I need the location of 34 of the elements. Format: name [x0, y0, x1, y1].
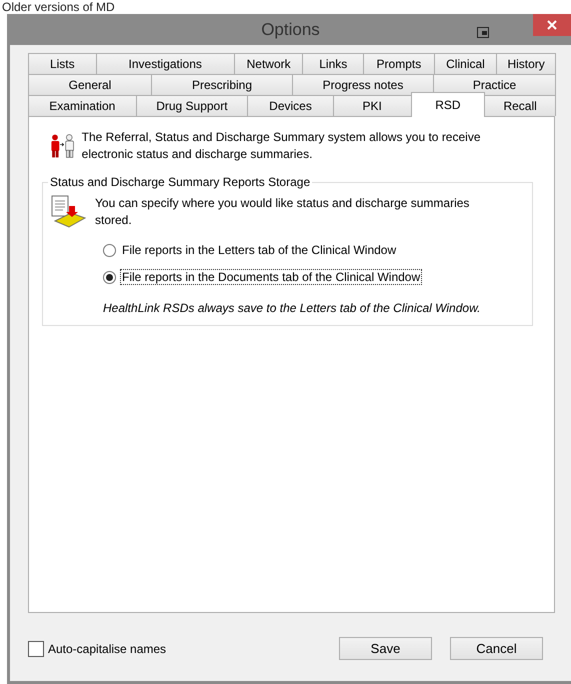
tab[interactable]: Network — [234, 53, 304, 74]
tab[interactable]: General — [28, 74, 152, 95]
cancel-button[interactable]: Cancel — [450, 637, 543, 660]
auto-capitalise-checkbox[interactable]: Auto-capitalise names — [28, 640, 321, 656]
tab[interactable]: Devices — [247, 95, 334, 116]
tab[interactable]: Practice — [433, 74, 556, 95]
tab[interactable]: Recall — [484, 95, 556, 116]
close-button[interactable] — [533, 14, 571, 36]
document-tray-icon — [51, 195, 87, 229]
tab[interactable]: Clinical — [434, 53, 498, 74]
tab[interactable]: Links — [302, 53, 364, 74]
tab[interactable]: PKI — [332, 95, 412, 116]
tab[interactable]: RSD — [410, 92, 486, 117]
close-icon — [547, 20, 557, 30]
window-icon — [477, 27, 489, 38]
group-title: Status and Discharge Summary Reports Storage — [49, 175, 312, 189]
radio-option[interactable]: File reports in the Letters tab of the Clinical Window — [103, 242, 524, 258]
tab[interactable]: Prescribing — [151, 74, 293, 95]
tab[interactable]: Lists — [28, 53, 97, 74]
intro-text: The Referral, Status and Discharge Summary system allows you to receive electronic status and discharge summaries. — [82, 129, 482, 163]
window-title: Options — [261, 20, 320, 40]
caption-text: Older versions of MD — [1, 0, 116, 14]
tab[interactable]: History — [496, 53, 556, 74]
radio-button[interactable] — [103, 270, 116, 284]
save-button[interactable]: Save — [339, 637, 432, 660]
tab[interactable]: Examination — [28, 95, 137, 116]
description-text: You can specify where you would like status and discharge summaries stored. — [95, 195, 470, 229]
tab[interactable]: Drug Support — [136, 95, 248, 116]
tab[interactable]: Prompts — [363, 53, 435, 74]
tab[interactable]: Investigations — [96, 53, 235, 74]
note-text: HealthLink RSDs always save to the Letters tab of the Clinical Window. — [103, 301, 482, 315]
tab[interactable]: Progress notes — [292, 74, 434, 95]
checkbox[interactable] — [28, 640, 44, 656]
radio-button[interactable] — [103, 244, 116, 256]
